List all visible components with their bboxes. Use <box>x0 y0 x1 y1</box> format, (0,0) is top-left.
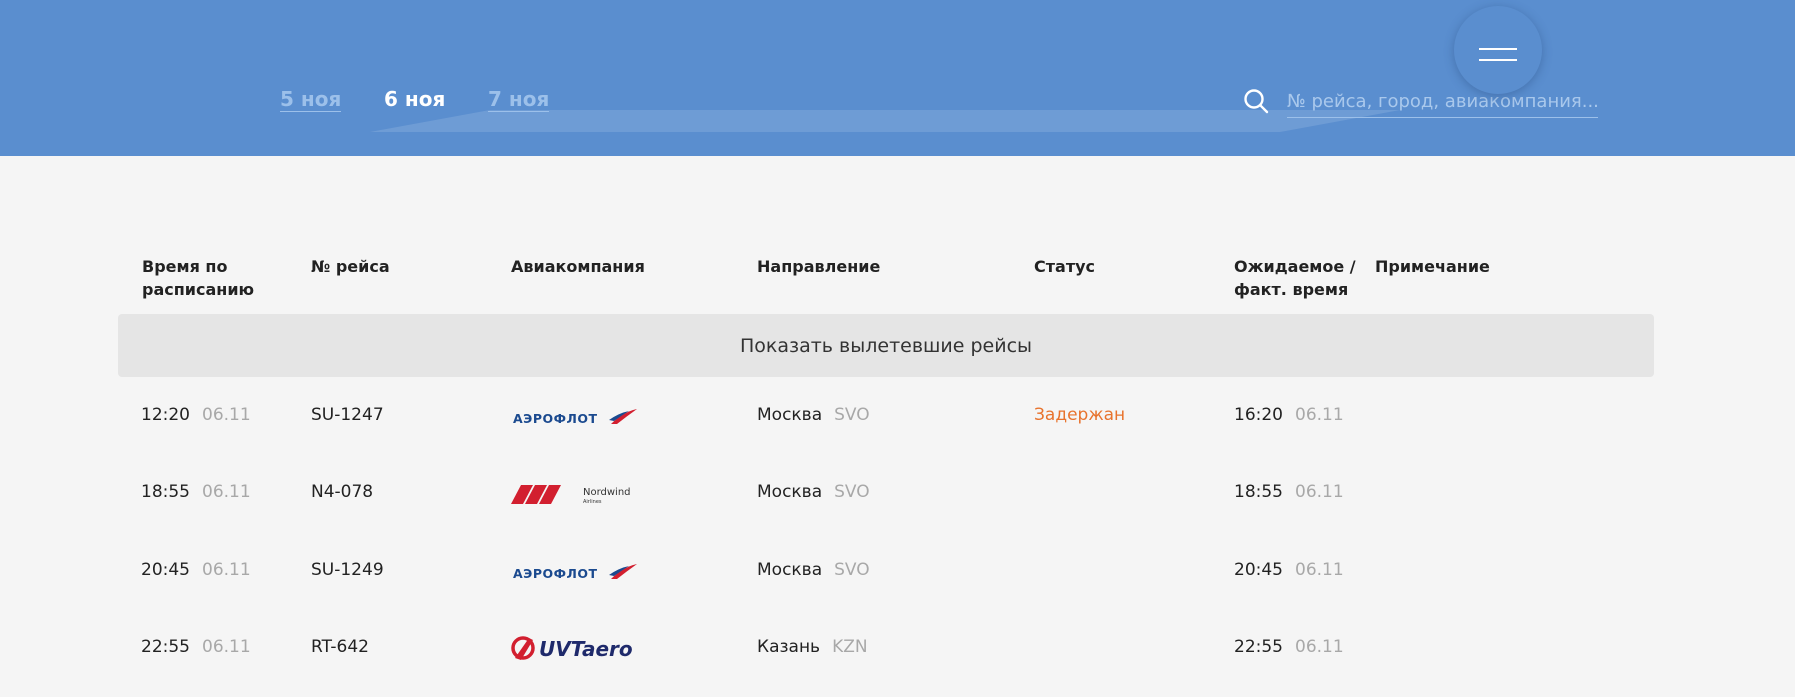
airport-code: KZN <box>832 637 868 657</box>
actual-time-cell: 20:45 06.11 <box>1234 559 1344 581</box>
nordwind-logo: Nordwind Airlines <box>511 485 631 505</box>
date-tab-prev[interactable]: 5 ноя <box>280 87 342 112</box>
actual-date: 06.11 <box>1295 405 1344 425</box>
direction-cell: Казань KZN <box>757 636 868 658</box>
column-header-note: Примечание <box>1375 257 1490 276</box>
scheduled-time-cell: 22:55 06.11 <box>141 636 251 658</box>
destination-city: Казань <box>757 637 821 657</box>
search-input[interactable] <box>1287 86 1598 118</box>
scheduled-date: 06.11 <box>202 560 251 580</box>
destination-city: Москва <box>757 560 823 580</box>
svg-text:АЭРОФЛОТ: АЭРОФЛОТ <box>513 411 598 426</box>
svg-text:UVTaero: UVTaero <box>539 637 633 661</box>
column-header-airline: Авиакомпания <box>511 257 645 276</box>
aeroflot-logo: АЭРОФЛОТ <box>513 564 637 581</box>
scheduled-time-cell: 20:45 06.11 <box>141 559 251 581</box>
actual-time-cell: 16:20 06.11 <box>1234 404 1344 426</box>
column-header-actual-time: Ожидаемое / факт. время <box>1234 257 1356 299</box>
column-header-scheduled-time: Время по расписанию <box>142 257 255 299</box>
direction-cell: Москва SVO <box>757 404 870 426</box>
scheduled-date: 06.11 <box>202 405 251 425</box>
scheduled-time-cell: 18:55 06.11 <box>141 481 251 503</box>
destination-city: Москва <box>757 482 823 502</box>
hamburger-menu-button[interactable] <box>1454 6 1542 94</box>
flight-number[interactable]: SU-1249 <box>311 559 384 581</box>
show-departed-flights-button[interactable]: Показать вылетевшие рейсы <box>118 314 1654 377</box>
scheduled-time-cell: 12:20 06.11 <box>141 404 251 426</box>
hamburger-menu-icon <box>1479 48 1517 50</box>
hamburger-menu-icon-line <box>1479 59 1517 61</box>
scheduled-time: 12:20 <box>141 405 190 425</box>
direction-cell: Москва SVO <box>757 559 870 581</box>
actual-time: 20:45 <box>1234 560 1283 580</box>
actual-date: 06.11 <box>1295 560 1344 580</box>
scheduled-time: 22:55 <box>141 637 190 657</box>
date-tab-next[interactable]: 7 ноя <box>488 87 550 112</box>
column-header-status: Статус <box>1034 257 1095 276</box>
search-icon[interactable] <box>1243 88 1269 114</box>
date-tab-current[interactable]: 6 ноя <box>384 87 445 111</box>
airport-code: SVO <box>834 405 870 425</box>
actual-time: 16:20 <box>1234 405 1283 425</box>
actual-time: 22:55 <box>1234 637 1283 657</box>
actual-time: 18:55 <box>1234 482 1283 502</box>
aeroflot-logo: АЭРОФЛОТ <box>513 409 637 426</box>
scheduled-time: 20:45 <box>141 560 190 580</box>
direction-cell: Москва SVO <box>757 481 870 503</box>
destination-city: Москва <box>757 405 823 425</box>
scheduled-time: 18:55 <box>141 482 190 502</box>
flight-status: Задержан <box>1034 405 1126 425</box>
svg-text:Nordwind: Nordwind <box>583 487 631 498</box>
svg-text:Airlines: Airlines <box>583 499 602 505</box>
flight-number[interactable]: N4-078 <box>311 481 373 503</box>
actual-time-cell: 22:55 06.11 <box>1234 636 1344 658</box>
flight-number[interactable]: SU-1247 <box>311 404 384 426</box>
scheduled-date: 06.11 <box>202 637 251 657</box>
actual-time-cell: 18:55 06.11 <box>1234 481 1344 503</box>
svg-text:АЭРОФЛОТ: АЭРОФЛОТ <box>513 566 598 581</box>
uvt-aero-logo: UVTaero <box>511 636 633 661</box>
scheduled-date: 06.11 <box>202 482 251 502</box>
airport-code: SVO <box>834 482 870 502</box>
header-bar: 5 ноя 6 ноя 7 ноя <box>0 0 1795 156</box>
actual-date: 06.11 <box>1295 482 1344 502</box>
actual-date: 06.11 <box>1295 637 1344 657</box>
airport-code: SVO <box>834 560 870 580</box>
flight-number[interactable]: RT-642 <box>311 636 369 658</box>
column-header-flight-number: № рейса <box>311 257 390 276</box>
column-header-direction: Направление <box>757 257 881 276</box>
